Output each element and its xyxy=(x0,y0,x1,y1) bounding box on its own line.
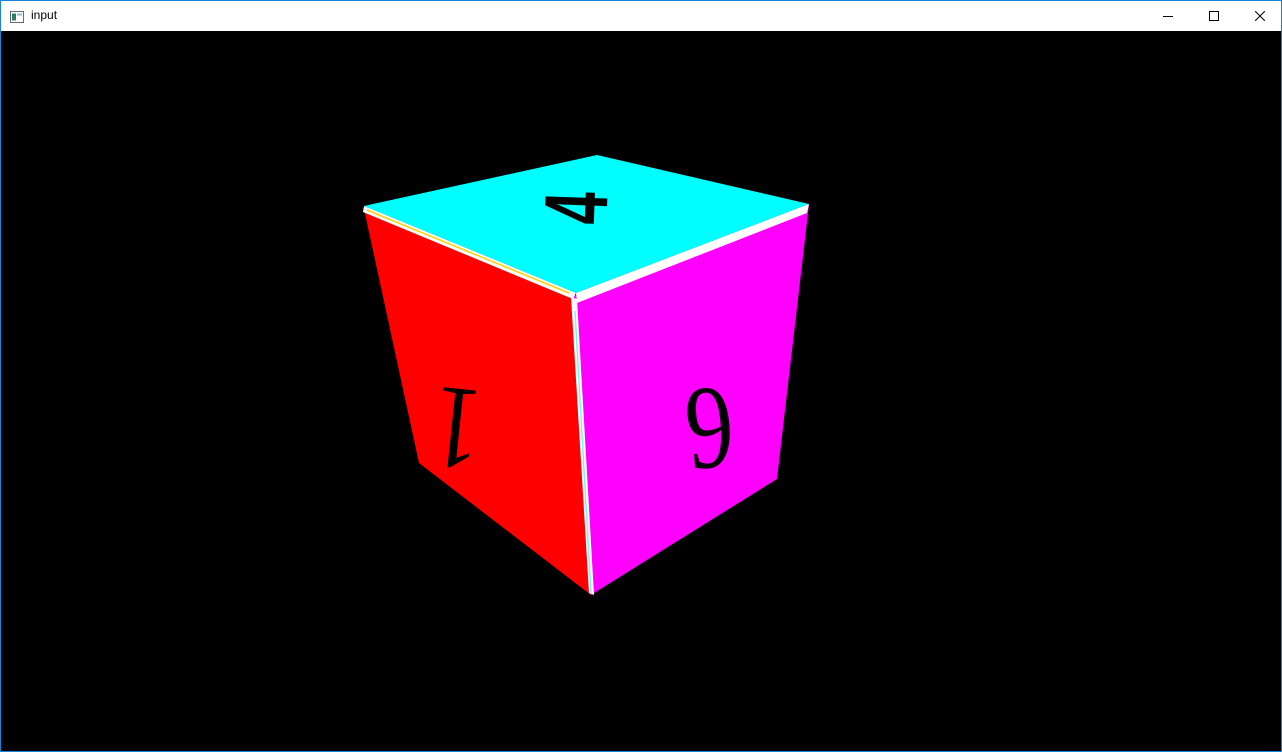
minimize-icon xyxy=(1163,11,1173,21)
maximize-button[interactable] xyxy=(1191,1,1237,31)
close-button[interactable] xyxy=(1237,1,1282,31)
window-title: input xyxy=(31,8,58,22)
minimize-button[interactable] xyxy=(1145,1,1191,31)
title-bar[interactable]: input xyxy=(1,1,1281,31)
cube-top-glyph: 4 xyxy=(527,190,628,226)
app-window: input 4 1 6 xyxy=(0,0,1282,752)
app-icon xyxy=(10,10,24,23)
render-viewport[interactable]: 4 1 6 xyxy=(1,31,1281,751)
cube-right-glyph: 6 xyxy=(681,361,738,498)
close-icon xyxy=(1255,11,1265,21)
cube-scene: 4 1 6 xyxy=(363,155,809,595)
maximize-icon xyxy=(1209,11,1219,21)
